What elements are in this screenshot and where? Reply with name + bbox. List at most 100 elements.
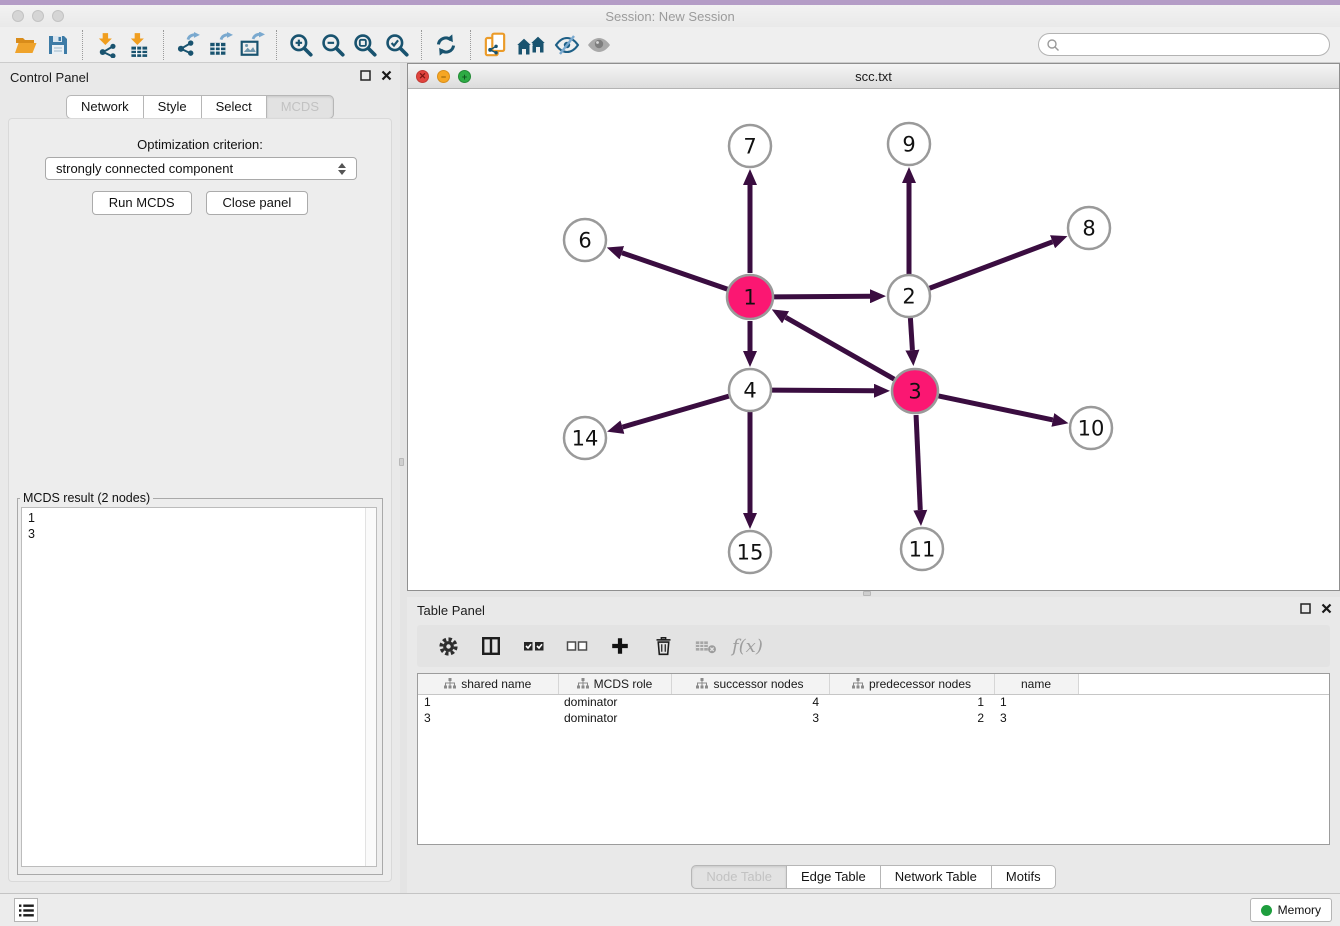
- graph-edge-1-6[interactable]: [622, 253, 727, 289]
- column-label: predecessor nodes: [869, 677, 971, 691]
- column-header-mcds-role[interactable]: MCDS role: [558, 674, 671, 694]
- tab-network-table[interactable]: Network Table: [881, 865, 992, 889]
- search-field[interactable]: [1038, 33, 1330, 56]
- graph-node-7[interactable]: 7: [729, 125, 771, 167]
- home-button[interactable]: [511, 30, 551, 60]
- graph-node-8[interactable]: 8: [1068, 207, 1110, 249]
- zoom-in-button[interactable]: [285, 30, 317, 60]
- toolbar-separator: [421, 30, 422, 60]
- graph-node-1[interactable]: 1: [727, 275, 773, 319]
- fx-icon: f(x): [732, 636, 763, 657]
- column-label: MCDS role: [594, 677, 653, 691]
- graph-node-11[interactable]: 11: [901, 528, 943, 570]
- birds-eye-view-button[interactable]: [583, 30, 615, 60]
- tab-network[interactable]: Network: [66, 95, 144, 119]
- graph-node-9[interactable]: 9: [888, 123, 930, 165]
- save-session-button[interactable]: [42, 30, 74, 60]
- graph-edge-4-3[interactable]: [772, 390, 874, 391]
- graph-node-label: 15: [737, 541, 764, 565]
- import-network-button[interactable]: [91, 30, 123, 60]
- graph-node-10[interactable]: 10: [1070, 407, 1112, 449]
- tab-edge-table[interactable]: Edge Table: [787, 865, 881, 889]
- export-network-button[interactable]: [172, 30, 204, 60]
- zoom-selected-button[interactable]: [381, 30, 413, 60]
- zoom-out-button[interactable]: [317, 30, 349, 60]
- graph-node-label: 10: [1078, 417, 1105, 441]
- graph-node-3[interactable]: 3: [892, 369, 938, 413]
- graph-edge-1-2[interactable]: [774, 296, 870, 297]
- float-panel-icon[interactable]: [1300, 603, 1311, 614]
- splitter-handle[interactable]: [399, 458, 404, 466]
- graph-edge-3-10[interactable]: [938, 396, 1052, 420]
- float-panel-icon[interactable]: [360, 70, 371, 81]
- graph-node-15[interactable]: 15: [729, 531, 771, 573]
- node-table[interactable]: shared name MCDS role successor nodes prede…: [417, 673, 1330, 845]
- result-scrollbar[interactable]: [365, 508, 376, 866]
- column-header-successor-nodes[interactable]: successor nodes: [671, 674, 829, 694]
- control-panel: Control Panel NetworkStyleSelectMCDS Opt…: [0, 63, 400, 893]
- zoom-fit-button[interactable]: [349, 30, 381, 60]
- table-header-row[interactable]: shared name MCDS role successor nodes prede…: [418, 674, 1329, 694]
- column-label: successor nodes: [713, 677, 803, 691]
- hide-graphics-details-button[interactable]: [551, 30, 583, 60]
- tab-node-table[interactable]: Node Table: [691, 865, 787, 889]
- graph-node-14[interactable]: 14: [564, 417, 606, 459]
- show-columns-button[interactable]: [474, 629, 508, 663]
- delete-column-button[interactable]: [646, 629, 680, 663]
- run-mcds-button[interactable]: Run MCDS: [92, 191, 192, 215]
- zoom-fit-icon: [352, 32, 378, 58]
- deselect-all-button[interactable]: [560, 629, 594, 663]
- refresh-button[interactable]: [430, 30, 462, 60]
- close-panel-button[interactable]: Close panel: [206, 191, 309, 215]
- mcds-result-group: MCDS result (2 nodes) 1 3: [17, 491, 383, 875]
- graph-edge-3-1[interactable]: [786, 317, 895, 379]
- network-view-window: ✕ − + scc.txt 7 9 6 8 1 2 4 3 14 10 15 11: [407, 63, 1340, 591]
- column-settings-button[interactable]: [431, 629, 465, 663]
- tab-mcds[interactable]: MCDS: [267, 95, 334, 119]
- export-table-button[interactable]: [204, 30, 236, 60]
- graph-edge-4-14[interactable]: [622, 396, 728, 427]
- graph-edge-3-11[interactable]: [916, 415, 920, 510]
- table-row[interactable]: 1dominator411: [418, 694, 1329, 710]
- tab-select[interactable]: Select: [202, 95, 267, 119]
- export-image-button[interactable]: [236, 30, 268, 60]
- export-network-icon: [175, 32, 201, 58]
- import-network-icon: [94, 32, 120, 58]
- zoom-selected-icon: [384, 32, 410, 58]
- network-window-titlebar[interactable]: ✕ − + scc.txt: [408, 64, 1339, 89]
- graph-node-6[interactable]: 6: [564, 219, 606, 261]
- import-table-button[interactable]: [123, 30, 155, 60]
- column-header-predecessor-nodes[interactable]: predecessor nodes: [829, 674, 994, 694]
- graph-node-4[interactable]: 4: [729, 369, 771, 411]
- open-file-button[interactable]: [10, 30, 42, 60]
- duplicate-network-button[interactable]: [479, 30, 511, 60]
- mcds-result-area[interactable]: 1 3: [21, 507, 377, 867]
- column-header-name[interactable]: name: [994, 674, 1078, 694]
- table-cell: 3: [994, 710, 1078, 726]
- attribute-tree-icon: [444, 678, 456, 689]
- select-all-button[interactable]: [517, 629, 551, 663]
- columns-icon: [480, 635, 502, 657]
- tab-style[interactable]: Style: [144, 95, 202, 119]
- delete-table-button[interactable]: [689, 629, 723, 663]
- mcds-panel: Optimization criterion: strongly connect…: [8, 118, 392, 882]
- splitter-handle[interactable]: [863, 591, 871, 596]
- graph-edge-2-8[interactable]: [930, 242, 1053, 288]
- graph-edge-2-3[interactable]: [910, 318, 912, 350]
- close-panel-icon[interactable]: [381, 70, 392, 81]
- network-graph-canvas[interactable]: 7 9 6 8 1 2 4 3 14 10 15 11: [408, 89, 1339, 590]
- column-header-shared-name[interactable]: shared name: [418, 674, 558, 694]
- function-builder-button[interactable]: f(x): [732, 629, 763, 663]
- task-history-button[interactable]: [14, 898, 38, 922]
- graph-node-label: 2: [902, 285, 915, 309]
- create-column-button[interactable]: [603, 629, 637, 663]
- close-panel-icon[interactable]: [1321, 603, 1332, 614]
- search-input[interactable]: [1060, 36, 1329, 54]
- vertical-splitter[interactable]: [400, 63, 407, 893]
- criterion-select[interactable]: strongly connected component: [45, 157, 357, 180]
- memory-button[interactable]: Memory: [1250, 898, 1332, 922]
- control-panel-tabs: NetworkStyleSelectMCDS: [66, 95, 334, 119]
- graph-node-2[interactable]: 2: [888, 275, 930, 317]
- tab-motifs[interactable]: Motifs: [992, 865, 1056, 889]
- table-row[interactable]: 3dominator323: [418, 710, 1329, 726]
